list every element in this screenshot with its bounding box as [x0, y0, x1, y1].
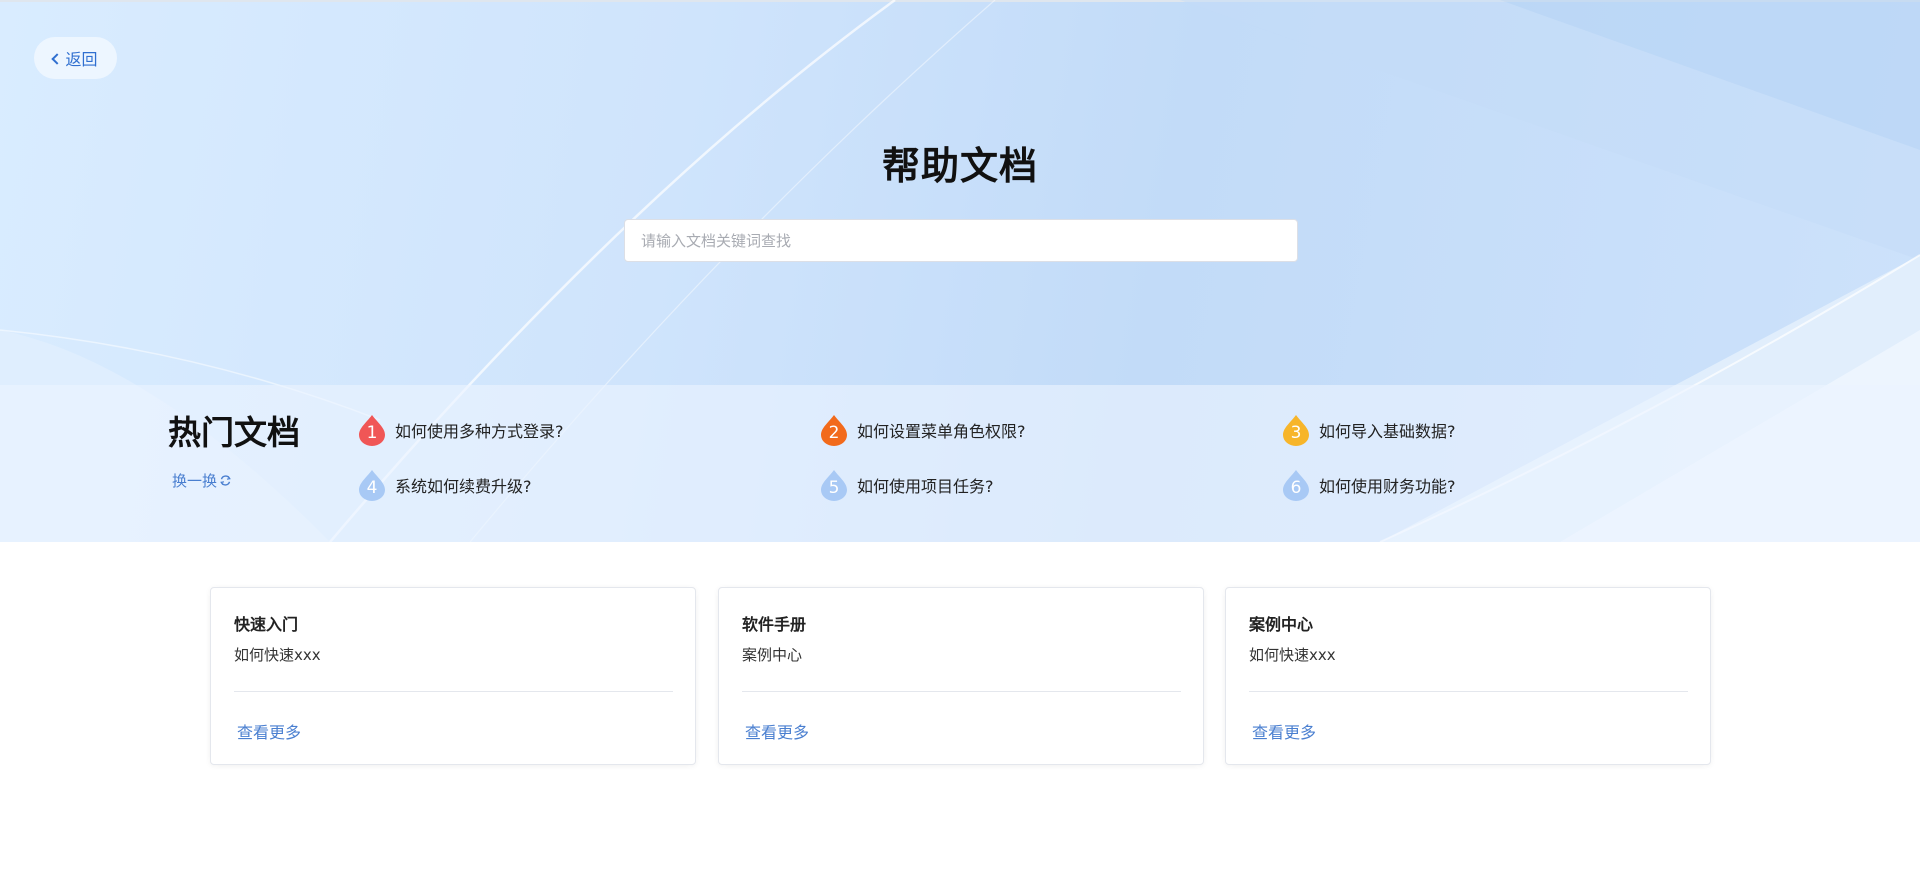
- hot-doc-item-4[interactable]: 4 系统如何续费升级?: [358, 469, 532, 501]
- hot-doc-label: 如何使用项目任务?: [857, 477, 994, 496]
- card-case-center: 案例中心 如何快速xxx 查看更多: [1225, 587, 1711, 765]
- page-title: 帮助文档: [881, 144, 1038, 188]
- back-button[interactable]: 返回: [34, 37, 117, 79]
- hot-docs-title: 热门文档: [168, 413, 300, 452]
- card-software-manual: 软件手册 案例中心 查看更多: [718, 587, 1204, 765]
- card-desc-link[interactable]: 如何快速xxx: [1249, 644, 1336, 665]
- rank-2-badge-icon: 2: [820, 414, 848, 446]
- rank-5-badge-icon: 5: [820, 469, 848, 501]
- rank-4-badge-icon: 4: [358, 469, 386, 501]
- refresh-button[interactable]: 换一换: [172, 470, 232, 491]
- rank-3-badge-icon: 3: [1282, 414, 1310, 446]
- hot-doc-item-2[interactable]: 2 如何设置菜单角色权限?: [820, 414, 1026, 446]
- hot-doc-label: 系统如何续费升级?: [395, 477, 532, 496]
- card-divider: [234, 691, 673, 692]
- hot-doc-item-1[interactable]: 1 如何使用多种方式登录?: [358, 414, 564, 446]
- hot-doc-label: 如何导入基础数据?: [1319, 422, 1456, 441]
- chevron-left-icon: [51, 52, 64, 65]
- card-desc-link[interactable]: 案例中心: [742, 644, 802, 665]
- card-quick-start: 快速入门 如何快速xxx 查看更多: [210, 587, 696, 765]
- view-more-link[interactable]: 查看更多: [237, 719, 301, 743]
- card-divider: [1249, 691, 1688, 692]
- hot-doc-label: 如何设置菜单角色权限?: [857, 422, 1026, 441]
- hot-doc-item-5[interactable]: 5 如何使用项目任务?: [820, 469, 994, 501]
- card-desc-link[interactable]: 如何快速xxx: [234, 644, 321, 665]
- card-title: 快速入门: [234, 615, 299, 634]
- refresh-icon: [220, 475, 231, 486]
- card-title: 案例中心: [1249, 615, 1314, 634]
- search-input[interactable]: [624, 219, 1298, 262]
- rank-1-badge-icon: 1: [358, 414, 386, 446]
- view-more-link[interactable]: 查看更多: [745, 719, 809, 743]
- hot-doc-item-6[interactable]: 6 如何使用财务功能?: [1282, 469, 1456, 501]
- hot-doc-item-3[interactable]: 3 如何导入基础数据?: [1282, 414, 1456, 446]
- hot-doc-label: 如何使用多种方式登录?: [395, 422, 564, 441]
- hot-doc-label: 如何使用财务功能?: [1319, 477, 1456, 496]
- card-divider: [742, 691, 1181, 692]
- rank-6-badge-icon: 6: [1282, 469, 1310, 501]
- view-more-link[interactable]: 查看更多: [1252, 719, 1316, 743]
- refresh-label: 换一换: [172, 472, 218, 490]
- back-button-label: 返回: [65, 50, 98, 69]
- card-title: 软件手册: [742, 615, 807, 634]
